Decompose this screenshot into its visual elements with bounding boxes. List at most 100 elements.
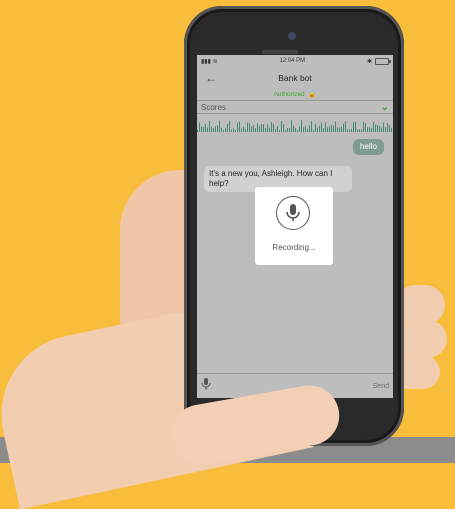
waveform-bar bbox=[271, 122, 272, 132]
waveform-bar bbox=[277, 126, 278, 132]
waveform-bar bbox=[361, 129, 362, 132]
waveform-bar bbox=[205, 124, 206, 132]
waveform-bar bbox=[225, 128, 226, 132]
waveform-bar bbox=[211, 126, 212, 132]
waveform-bar bbox=[327, 127, 328, 132]
waveform-bar bbox=[387, 123, 388, 132]
signal-icon: ▮▮▮ ≋ bbox=[201, 58, 218, 65]
waveform-bar bbox=[335, 121, 336, 132]
waveform-bar bbox=[251, 126, 252, 132]
bluetooth-icon: ✱ bbox=[366, 58, 372, 65]
waveform-bar bbox=[213, 128, 214, 132]
waveform-bar bbox=[257, 123, 258, 132]
microphone-icon[interactable] bbox=[276, 196, 310, 230]
phone-screen: ▮▮▮ ≋ 12:04 PM ✱ ← Bank bot Authorized 🔓… bbox=[197, 55, 393, 398]
waveform-bar bbox=[373, 121, 374, 132]
waveform-bar bbox=[207, 127, 208, 132]
waveform-bar bbox=[261, 124, 262, 132]
waveform-bar bbox=[313, 129, 314, 132]
waveform-bar bbox=[297, 129, 298, 132]
waveform-bar bbox=[367, 127, 368, 132]
waveform-bar bbox=[227, 123, 228, 132]
waveform-bar bbox=[203, 127, 204, 132]
front-camera bbox=[288, 32, 296, 40]
waveform-bar bbox=[333, 125, 334, 132]
waveform-bar bbox=[273, 123, 274, 132]
waveform-bar bbox=[219, 120, 220, 132]
chevron-down-icon[interactable]: ⌄ bbox=[381, 102, 389, 113]
waveform-bar bbox=[293, 125, 294, 132]
lock-open-icon: 🔓 bbox=[307, 91, 317, 98]
waveform-bar bbox=[235, 129, 236, 132]
waveform-bar bbox=[197, 130, 198, 132]
waveform-bar bbox=[239, 121, 240, 132]
waveform-bar bbox=[391, 127, 392, 132]
waveform-bar bbox=[317, 127, 318, 132]
waveform-bar bbox=[285, 129, 286, 132]
waveform-bar bbox=[275, 128, 276, 132]
waveform-bar bbox=[209, 121, 210, 132]
waveform-bar bbox=[353, 122, 354, 132]
waveform-bar bbox=[237, 122, 238, 132]
page-title: Bank bot bbox=[278, 73, 312, 83]
waveform-bar bbox=[249, 123, 250, 132]
waveform-bar bbox=[221, 127, 222, 132]
waveform-bar bbox=[349, 129, 350, 132]
waveform-bar bbox=[351, 128, 352, 132]
waveform-bar bbox=[385, 127, 386, 132]
waveform-bar bbox=[291, 120, 292, 132]
recording-dialog[interactable]: Recording... bbox=[255, 187, 333, 265]
waveform-bar bbox=[217, 125, 218, 132]
waveform-bar bbox=[309, 125, 310, 132]
waveform-bar bbox=[371, 128, 372, 132]
waveform-bar bbox=[321, 122, 322, 132]
waveform-bar bbox=[215, 126, 216, 132]
waveform-bar bbox=[357, 129, 358, 132]
waveform-bar bbox=[255, 128, 256, 132]
auth-status: Authorized 🔓 bbox=[197, 89, 393, 99]
phone-speaker bbox=[262, 50, 298, 54]
status-time: 12:04 PM bbox=[279, 58, 306, 64]
status-right: ✱ bbox=[366, 57, 391, 65]
scores-label: Scores bbox=[201, 102, 226, 112]
waveform-bar bbox=[329, 126, 330, 132]
waveform-bar bbox=[223, 129, 224, 132]
waveform-bar bbox=[379, 125, 380, 132]
waveform-bar bbox=[247, 122, 248, 132]
send-button[interactable]: Send bbox=[373, 383, 389, 390]
microphone-icon[interactable] bbox=[201, 377, 211, 395]
waveform-bar bbox=[265, 128, 266, 132]
recording-label: Recording... bbox=[272, 243, 316, 252]
waveform-bar bbox=[383, 122, 384, 132]
waveform-bar bbox=[283, 124, 284, 132]
scores-dropdown[interactable]: Scores ⌄ bbox=[197, 100, 393, 114]
waveform-bar bbox=[259, 125, 260, 132]
waveform-bar bbox=[339, 127, 340, 132]
waveform-bar bbox=[233, 128, 234, 132]
waveform-bar bbox=[369, 127, 370, 132]
waveform-bar bbox=[355, 121, 356, 132]
waveform-bar bbox=[241, 128, 242, 132]
waveform-bar bbox=[303, 127, 304, 132]
waveform-bar bbox=[315, 123, 316, 132]
waveform-bar bbox=[253, 125, 254, 132]
waveform-bar bbox=[363, 121, 364, 132]
waveform-bar bbox=[245, 128, 246, 132]
waveform-bar bbox=[243, 126, 244, 132]
waveform-bar bbox=[341, 126, 342, 132]
waveform-bar bbox=[305, 125, 306, 132]
waveform-bar bbox=[337, 127, 338, 132]
user-message-bubble: hello bbox=[353, 139, 384, 155]
waveform-bar bbox=[359, 128, 360, 132]
waveform-bar bbox=[307, 128, 308, 132]
waveform-bar bbox=[231, 129, 232, 132]
waveform-bar bbox=[279, 129, 280, 132]
waveform-bar bbox=[301, 120, 302, 132]
waveform-bar bbox=[331, 124, 332, 132]
waveform-bar bbox=[375, 124, 376, 132]
waveform-bar bbox=[325, 122, 326, 132]
waveform-bar bbox=[267, 124, 268, 132]
auth-label: Authorized bbox=[273, 90, 305, 98]
audio-waveform bbox=[197, 120, 392, 132]
header: Bank bot bbox=[197, 67, 393, 89]
